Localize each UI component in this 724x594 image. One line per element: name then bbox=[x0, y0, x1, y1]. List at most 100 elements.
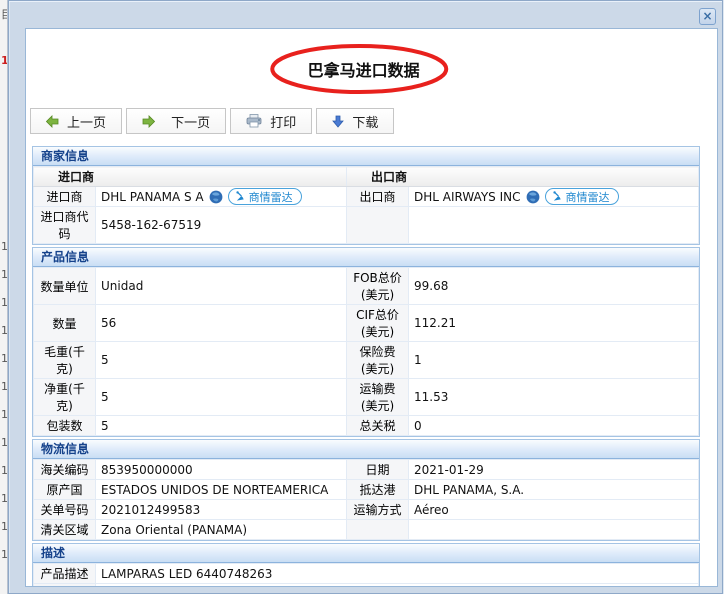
table-row: 进口商 DHL PANAMA S A bbox=[34, 187, 699, 207]
clipped-glyph: 1 bbox=[1, 548, 8, 561]
logistics-table: 海关编码 853950000000 日期 2021-01-29 原产国 ESTA… bbox=[33, 459, 699, 540]
field-value: 0 bbox=[409, 416, 699, 436]
field-label: 关单号码 bbox=[34, 500, 96, 520]
field-label: 运输方式 bbox=[347, 500, 409, 520]
merchant-subheader-row: 进口商 出口商 bbox=[34, 167, 699, 187]
clipped-glyph: 1 bbox=[1, 436, 8, 449]
next-page-button[interactable]: 下一页 bbox=[126, 108, 226, 134]
clipped-glyph: 1 bbox=[1, 352, 8, 365]
field-label: 包装数 bbox=[34, 416, 96, 436]
field-label: 保险费(美元) bbox=[347, 342, 409, 379]
title-area: 巴拿马进口数据 bbox=[26, 29, 717, 105]
section-description: 描述 产品描述 LAMPARAS LED 6440748263 编码描述 bbox=[32, 543, 700, 587]
importer-label: 进口商 bbox=[34, 187, 96, 207]
description-section-header: 描述 bbox=[33, 544, 699, 563]
clipped-glyph: 1 bbox=[1, 296, 8, 309]
field-label: 编码描述 bbox=[34, 584, 96, 588]
clipped-glyph: 目 bbox=[1, 6, 8, 22]
business-radar-label: 商情雷达 bbox=[566, 189, 610, 205]
clipped-red-digit: 1 bbox=[1, 54, 8, 67]
table-row: 编码描述 bbox=[34, 584, 699, 588]
arrow-right-icon bbox=[142, 115, 155, 128]
print-label: 打印 bbox=[270, 112, 296, 131]
clipped-glyph: 1 bbox=[1, 324, 8, 337]
radar-dish-icon bbox=[235, 191, 246, 202]
prev-page-label: 上一页 bbox=[67, 112, 106, 131]
table-row: 毛重(千克) 5 保险费(美元) 1 bbox=[34, 342, 699, 379]
field-label: 净重(千克) bbox=[34, 379, 96, 416]
importer-column-header: 进口商 bbox=[34, 167, 347, 187]
field-label: 数量 bbox=[34, 305, 96, 342]
field-value: 2021-01-29 bbox=[409, 460, 699, 480]
section-product-info: 产品信息 数量单位 Unidad FOB总价(美元) 99.68 数量 56 C… bbox=[32, 247, 700, 437]
table-row: 海关编码 853950000000 日期 2021-01-29 bbox=[34, 460, 699, 480]
empty-value-cell bbox=[408, 207, 698, 244]
prev-page-button[interactable]: 上一页 bbox=[30, 108, 122, 134]
field-value: 853950000000 bbox=[96, 460, 347, 480]
table-row: 包装数 5 总关税 0 bbox=[34, 416, 699, 436]
page-title: 巴拿马进口数据 bbox=[308, 57, 420, 81]
exporter-column-header: 出口商 bbox=[346, 167, 698, 187]
field-label: FOB总价(美元) bbox=[347, 268, 409, 305]
download-label: 下载 bbox=[352, 112, 378, 131]
importer-value: DHL PANAMA S A bbox=[96, 187, 347, 207]
table-row: 净重(千克) 5 运输费(美元) 11.53 bbox=[34, 379, 699, 416]
toolbar: 上一页 下一页 打印 bbox=[30, 108, 717, 134]
field-label: 日期 bbox=[347, 460, 409, 480]
field-value bbox=[409, 520, 699, 540]
field-value: 2021012499583 bbox=[96, 500, 347, 520]
field-label: 海关编码 bbox=[34, 460, 96, 480]
importer-code-label: 进口商代码 bbox=[34, 207, 96, 244]
exporter-value: DHL AIRWAYS INC bbox=[408, 187, 698, 207]
exporter-name: DHL AIRWAYS INC bbox=[414, 190, 521, 204]
field-value: LAMPARAS LED 6440748263 bbox=[96, 564, 699, 584]
table-row: 数量 56 CIF总价(美元) 112.21 bbox=[34, 305, 699, 342]
print-button[interactable]: 打印 bbox=[230, 108, 312, 134]
product-section-header: 产品信息 bbox=[33, 248, 699, 267]
field-label: 数量单位 bbox=[34, 268, 96, 305]
field-value: Zona Oriental (PANAMA) bbox=[96, 520, 347, 540]
field-label: 清关区域 bbox=[34, 520, 96, 540]
business-radar-button[interactable]: 商情雷达 bbox=[228, 188, 302, 205]
field-value: Aéreo bbox=[409, 500, 699, 520]
field-label: 产品描述 bbox=[34, 564, 96, 584]
empty-label-cell bbox=[346, 207, 408, 244]
importer-code-value: 5458-162-67519 bbox=[96, 207, 347, 244]
field-value: 11.53 bbox=[409, 379, 699, 416]
download-button[interactable]: 下载 bbox=[316, 108, 394, 134]
clipped-glyph: 1 bbox=[1, 268, 8, 281]
field-value: DHL PANAMA, S.A. bbox=[409, 480, 699, 500]
close-icon[interactable]: × bbox=[699, 8, 716, 25]
arrow-left-icon bbox=[46, 115, 59, 128]
table-row: 数量单位 Unidad FOB总价(美元) 99.68 bbox=[34, 268, 699, 305]
product-table: 数量单位 Unidad FOB总价(美元) 99.68 数量 56 CIF总价(… bbox=[33, 267, 699, 436]
clipped-glyph: 1 bbox=[1, 408, 8, 421]
printer-icon bbox=[246, 114, 262, 128]
arrow-down-icon bbox=[332, 115, 344, 128]
field-value: 5 bbox=[96, 342, 347, 379]
business-radar-button[interactable]: 商情雷达 bbox=[545, 188, 619, 205]
table-row: 进口商代码 5458-162-67519 bbox=[34, 207, 699, 244]
field-value: Unidad bbox=[96, 268, 347, 305]
business-radar-label: 商情雷达 bbox=[249, 189, 293, 205]
field-value: 99.68 bbox=[409, 268, 699, 305]
globe-icon[interactable] bbox=[209, 190, 223, 204]
field-label bbox=[347, 520, 409, 540]
field-label: 运输费(美元) bbox=[347, 379, 409, 416]
field-label: 抵达港 bbox=[347, 480, 409, 500]
clipped-glyph: 1 bbox=[1, 240, 8, 253]
merchant-table: 进口商 出口商 进口商 DHL PANAMA S A bbox=[33, 166, 699, 244]
field-value: 5 bbox=[96, 416, 347, 436]
field-value: 56 bbox=[96, 305, 347, 342]
field-label: 总关税 bbox=[347, 416, 409, 436]
dialog-titlebar: × bbox=[9, 1, 722, 28]
clipped-glyph: 1 bbox=[1, 464, 8, 477]
description-table: 产品描述 LAMPARAS LED 6440748263 编码描述 bbox=[33, 563, 699, 587]
section-merchant-info: 商家信息 进口商 出口商 进口商 DHL PANAMA S A bbox=[32, 146, 700, 245]
field-label: 原产国 bbox=[34, 480, 96, 500]
exporter-label: 出口商 bbox=[346, 187, 408, 207]
import-data-dialog: × 巴拿马进口数据 上一页 下一页 bbox=[8, 0, 723, 594]
globe-icon[interactable] bbox=[526, 190, 540, 204]
clipped-glyph: 1 bbox=[1, 380, 8, 393]
merchant-section-header: 商家信息 bbox=[33, 147, 699, 166]
